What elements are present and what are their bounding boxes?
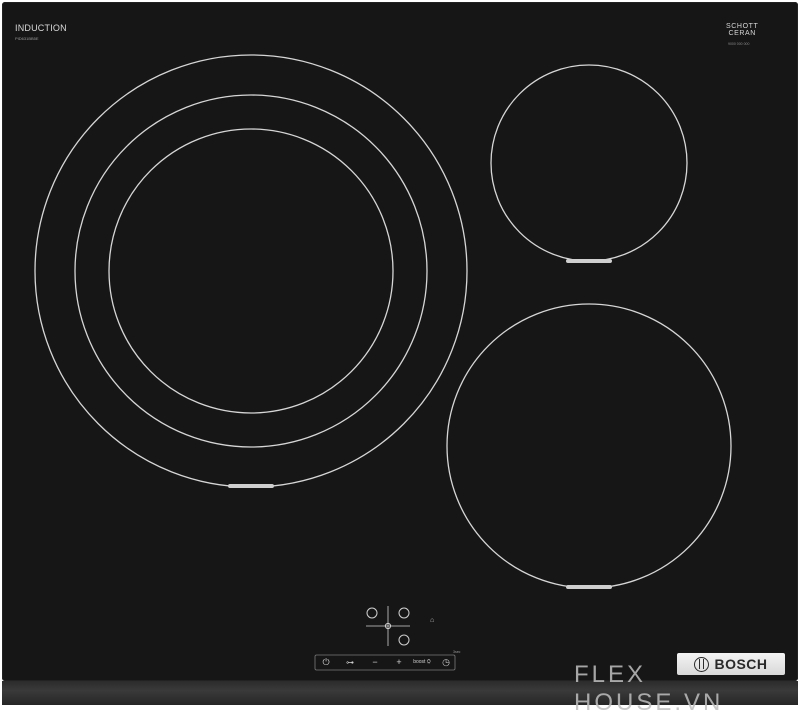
zone-small-ring	[490, 64, 688, 262]
watermark: FLEX HOUSE.VN	[574, 661, 724, 716]
zone-small[interactable]	[490, 64, 688, 263]
zone-large-inner-ring	[108, 128, 394, 414]
zone-selector[interactable]	[366, 606, 410, 646]
zone-large-marker	[228, 484, 274, 488]
timer-button[interactable]: ◷	[440, 656, 452, 669]
zone-select-bottom-right-icon	[398, 634, 410, 646]
zone-medium[interactable]	[446, 303, 732, 589]
boost-button[interactable]: boost ⛭	[410, 656, 434, 669]
zone-large-middle-ring	[74, 94, 428, 448]
power-button[interactable]: ⏻	[318, 656, 334, 669]
increase-button[interactable]: +	[390, 656, 408, 669]
control-bar-outline	[314, 654, 456, 671]
zone-select-top-left-icon	[366, 607, 378, 619]
child-lock-icon[interactable]: ⌂	[430, 617, 434, 624]
lock-duration-label: 3sec	[453, 650, 461, 654]
key-lock-button[interactable]: ⊶	[341, 656, 359, 669]
zone-medium-marker	[566, 585, 612, 589]
decrease-button[interactable]: −	[366, 656, 384, 669]
zone-medium-ring	[446, 303, 732, 589]
zone-select-top-right-icon	[398, 607, 410, 619]
zone-large[interactable]	[34, 54, 468, 488]
cooking-zones	[34, 54, 732, 671]
zone-small-marker	[566, 259, 612, 263]
zone-large-outer-ring	[34, 54, 468, 488]
